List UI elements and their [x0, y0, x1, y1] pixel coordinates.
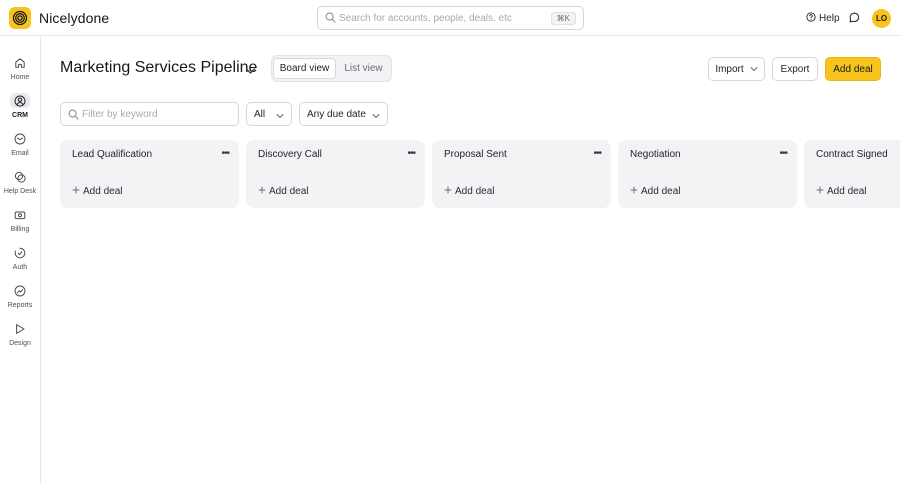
sidebar-item-email[interactable]: Email	[0, 121, 40, 157]
sidebar-item-label: Home	[10, 74, 30, 81]
column-add-deal-button[interactable]: Add deal	[72, 186, 122, 197]
add-deal-label: Add deal	[827, 186, 867, 197]
sidebar-item-label: Email	[11, 150, 29, 157]
top-bar: Nicelydone Search for accounts, people, …	[0, 0, 900, 36]
sidebar-item-label: Auth	[12, 264, 28, 271]
help-label: Help	[819, 13, 840, 24]
add-deal-label: Add deal	[83, 186, 123, 197]
import-label: Import	[715, 63, 744, 75]
search-placeholder: Search for accounts, people, deals, etc	[339, 13, 512, 24]
plus-icon	[630, 186, 638, 197]
more-options-icon[interactable]: •••	[407, 148, 415, 159]
keyword-filter-input[interactable]: Filter by keyword	[60, 102, 239, 126]
list-view-button[interactable]: List view	[337, 58, 390, 79]
chevron-down-icon	[276, 111, 284, 122]
help-desk-icon	[10, 169, 30, 184]
column-title: Proposal Sent	[444, 149, 507, 160]
import-button[interactable]: Import	[708, 57, 765, 81]
pipeline-title[interactable]: Marketing Services Pipeline	[60, 59, 257, 77]
search-icon	[325, 12, 336, 26]
sidebar-item-billing[interactable]: Billing	[0, 197, 40, 233]
sidebar-item-label: Design	[9, 340, 31, 347]
add-deal-label: Add deal	[455, 186, 495, 197]
keyword-filter-placeholder: Filter by keyword	[82, 109, 158, 120]
sidebar-item-auth[interactable]: Auth	[0, 235, 40, 271]
sidebar-item-help-desk[interactable]: Help Desk	[0, 159, 40, 195]
column-add-deal-button[interactable]: Add deal	[444, 186, 494, 197]
sidebar-item-label: CRM	[12, 112, 28, 119]
reports-icon	[10, 283, 30, 298]
pipeline-column-contract-signed: Contract Signed Add deal	[804, 140, 900, 208]
add-deal-label: Add deal	[269, 186, 309, 197]
chat-bubble-icon[interactable]	[849, 12, 860, 26]
design-icon	[10, 321, 30, 336]
pipeline-column-discovery-call: Discovery Call ••• Add deal	[246, 140, 425, 208]
board-view-button[interactable]: Board view	[273, 58, 336, 79]
global-search-input[interactable]: Search for accounts, people, deals, etc …	[317, 6, 584, 30]
help-icon	[806, 12, 816, 25]
billing-icon	[10, 207, 30, 222]
sidebar-item-design[interactable]: Design	[0, 311, 40, 347]
chevron-down-icon	[372, 111, 380, 122]
view-toggle: Board view List view	[271, 55, 392, 82]
column-title: Contract Signed	[816, 149, 888, 160]
more-options-icon[interactable]: •••	[593, 148, 601, 159]
column-add-deal-button[interactable]: Add deal	[630, 186, 680, 197]
plus-icon	[258, 186, 266, 197]
column-title: Discovery Call	[258, 149, 322, 160]
brand-logo-icon[interactable]	[9, 7, 31, 29]
add-deal-button[interactable]: Add deal	[825, 57, 881, 81]
column-add-deal-button[interactable]: Add deal	[816, 186, 866, 197]
email-icon	[10, 131, 30, 146]
pipeline-column-lead-qualification: Lead Qualification ••• Add deal	[60, 140, 239, 208]
export-button[interactable]: Export	[772, 57, 818, 81]
pipeline-column-proposal-sent: Proposal Sent ••• Add deal	[432, 140, 611, 208]
chevron-down-icon	[750, 64, 758, 75]
auth-icon	[10, 245, 30, 260]
crm-icon	[10, 93, 30, 108]
due-date-filter-value: Any due date	[307, 109, 366, 120]
more-options-icon[interactable]: •••	[779, 148, 787, 159]
plus-icon	[72, 186, 80, 197]
column-add-deal-button[interactable]: Add deal	[258, 186, 308, 197]
home-icon	[10, 55, 30, 70]
chevron-down-icon[interactable]	[245, 64, 256, 78]
sidebar-item-home[interactable]: Home	[0, 45, 40, 81]
column-title: Lead Qualification	[72, 149, 153, 160]
plus-icon	[444, 186, 452, 197]
sidebar-item-crm[interactable]: CRM	[0, 83, 40, 119]
sidebar-item-label: Help Desk	[3, 188, 37, 195]
search-shortcut-badge: ⌘K	[550, 12, 576, 25]
user-avatar[interactable]: LO	[872, 9, 891, 28]
due-date-filter-select[interactable]: Any due date	[299, 102, 388, 126]
brand-name: Nicelydone	[39, 10, 110, 26]
help-button[interactable]: Help	[806, 12, 840, 25]
pipeline-column-negotiation: Negotiation ••• Add deal	[618, 140, 797, 208]
add-deal-label: Add deal	[641, 186, 681, 197]
owner-filter-select[interactable]: All	[246, 102, 292, 126]
sidebar-item-reports[interactable]: Reports	[0, 273, 40, 309]
owner-filter-value: All	[254, 109, 266, 120]
sidebar-item-label: Reports	[7, 302, 33, 309]
column-title: Negotiation	[630, 149, 681, 160]
more-options-icon[interactable]: •••	[221, 148, 229, 159]
sidebar-item-label: Billing	[10, 226, 30, 233]
sidebar: Home CRM Email Help Desk Billing Auth Re…	[0, 37, 41, 484]
search-icon	[68, 109, 79, 123]
plus-icon	[816, 186, 824, 197]
